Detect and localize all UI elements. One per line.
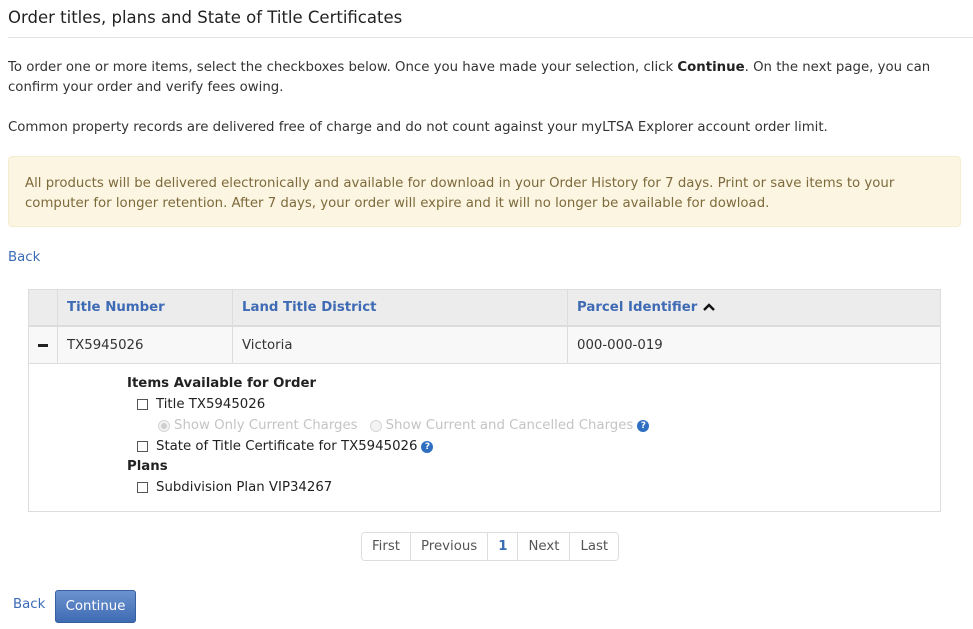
page-title: Order titles, plans and State of Title C… [8,8,403,27]
pager-current-page[interactable]: 1 [487,533,518,560]
sotc-item-label: State of Title Certificate for TX5945026 [156,439,418,454]
radio-current-and-cancelled-charges[interactable] [369,419,382,432]
column-label: Title Number [67,300,165,315]
question-circle-icon[interactable]: ? [421,440,434,453]
title-checkbox[interactable] [137,399,148,410]
pager-first[interactable]: First [362,533,410,560]
title-item-label: Title TX5945026 [156,397,266,412]
question-circle-icon[interactable]: ? [637,419,650,432]
continue-button[interactable]: Continue [55,590,136,623]
cell-pid: 000-000-019 [567,327,940,363]
title-item[interactable]: Title TX5945026 [137,394,827,415]
alert-text: All products will be delivered electroni… [25,176,895,211]
intro-text: To order one or more items, select the c… [8,58,963,98]
sotc-checkbox[interactable] [137,441,148,452]
column-label: Parcel Identifier [577,300,698,315]
pagination: First Previous 1 Next Last [361,532,620,561]
minus-icon [38,343,48,347]
back-link-top[interactable]: Back [8,250,40,265]
charges-options: Show Only Current Charges Show Current a… [158,415,827,436]
title-divider [8,37,973,38]
title-number-value: TX5945026 [67,337,144,353]
column-label: Land Title District [242,300,377,315]
sotc-item[interactable]: State of Title Certificate for TX5945026… [137,436,827,457]
row-details: Items Available for Order Title TX594502… [127,374,827,498]
cell-district: Victoria [232,327,567,363]
delivery-alert: All products will be delivered electroni… [8,156,961,227]
items-available-heading: Items Available for Order [127,376,317,391]
column-header-title-number[interactable]: Title Number [57,290,232,325]
back-link-bottom[interactable]: Back [13,597,45,612]
column-header-land-title-district[interactable]: Land Title District [232,290,567,325]
pager-next[interactable]: Next [517,533,570,560]
plan-item-label: Subdivision Plan VIP34267 [156,480,333,495]
radio-current-charges[interactable] [158,419,170,432]
column-header-parcel-identifier[interactable]: Parcel Identifier [567,290,940,325]
district-value: Victoria [242,337,293,353]
header-expand-cell [29,290,57,325]
titles-grid: Title Number Land Title District Parcel … [28,289,941,512]
pager-previous[interactable]: Previous [409,533,488,560]
table-row: TX5945026 Victoria 000-000-019 [29,327,940,364]
plans-heading: Plans [127,459,168,474]
chevron-up-icon [703,300,716,315]
radio-cancelled-charges-label: Show Current and Cancelled Charges [385,418,634,433]
plan-checkbox[interactable] [137,482,148,493]
intro-bold-continue: Continue [677,60,745,75]
cell-title-number: TX5945026 [57,327,232,363]
pid-value: 000-000-019 [577,337,663,353]
row-expand-toggle[interactable] [29,327,57,363]
plan-item[interactable]: Subdivision Plan VIP34267 [137,477,827,498]
intro-text-part: To order one or more items, select the c… [8,60,678,75]
pager-last[interactable]: Last [569,533,619,560]
grid-header: Title Number Land Title District Parcel … [29,290,940,327]
common-property-note: Common property records are delivered fr… [8,120,828,135]
radio-current-charges-label: Show Only Current Charges [174,418,358,433]
